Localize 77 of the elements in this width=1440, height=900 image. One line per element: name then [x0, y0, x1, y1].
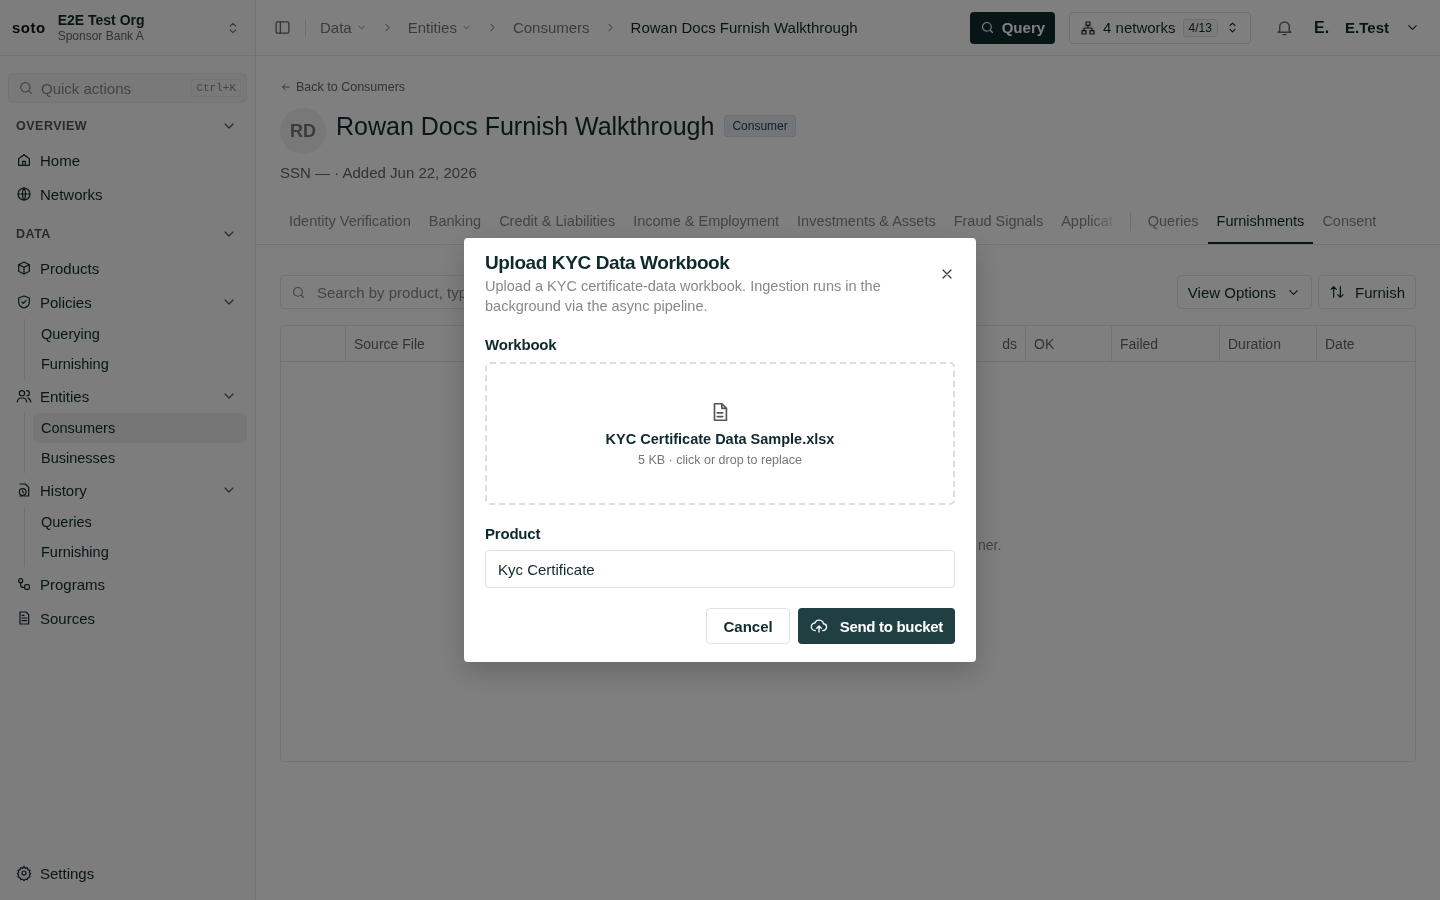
field-label: Product — [485, 525, 542, 542]
nav-item[interactable]: Entities — [8, 379, 247, 413]
search-icon — [18, 80, 34, 96]
tab[interactable]: Queries — [1138, 199, 1208, 244]
view-options-button[interactable]: View Options — [1176, 275, 1312, 309]
user-menu[interactable]: E. E.Test — [1313, 18, 1420, 37]
nav-item[interactable]: History — [8, 473, 247, 507]
nav-item[interactable]: Programs — [8, 567, 247, 601]
logo: soto — [12, 19, 46, 36]
nav-item[interactable]: Home — [8, 143, 247, 177]
tab[interactable]: Furnishments — [1207, 199, 1314, 244]
user-initial: E. — [1313, 18, 1330, 37]
furnish-button[interactable]: Furnish — [1317, 275, 1416, 309]
tab[interactable]: Applicat — [1052, 199, 1122, 244]
settings-icon — [16, 865, 32, 881]
back-link[interactable]: Back to Consumers — [280, 80, 1416, 94]
file-dropzone[interactable]: KYC Certificate Data Sample.xlsx 5 KB · click or drop to replace — [485, 362, 955, 505]
column-header: Failed — [1111, 326, 1219, 361]
nav-item[interactable]: Products — [8, 251, 247, 285]
org-name: E2E Test Org — [57, 11, 146, 28]
field-label: Workbook — [485, 336, 558, 353]
nav-icon — [16, 610, 32, 626]
type-badge: Consumer — [724, 115, 796, 137]
nav-subitem[interactable]: Businesses — [33, 443, 247, 473]
breadcrumb-link[interactable]: Consumers — [512, 19, 590, 36]
breadcrumb-link[interactable]: Entities — [407, 19, 472, 36]
empty-message: ner. — [978, 536, 1002, 553]
network-count: 4/13 — [1182, 18, 1218, 37]
nav-icon — [16, 388, 32, 404]
section-title: OVERVIEW — [16, 119, 88, 133]
nav-icon — [16, 186, 32, 202]
upload-cloud-icon — [809, 617, 828, 635]
query-button[interactable]: Query — [969, 11, 1056, 44]
product-field[interactable]: Kyc Certificate — [485, 550, 955, 588]
settings-item[interactable]: Settings — [8, 856, 247, 890]
user-name: E.Test — [1345, 19, 1389, 36]
networks-selector[interactable]: 4 networks 4/13 — [1069, 11, 1251, 44]
dialog-description: Upload a KYC certificate-data workbook. Ingestion runs in the background via the async pipeline. — [485, 277, 882, 316]
nav-item[interactable]: Policies — [8, 285, 247, 319]
tab[interactable]: Identity Verification — [280, 199, 420, 244]
arrow-left-icon — [280, 81, 292, 93]
column-header: Duration — [1219, 326, 1316, 361]
nav-item[interactable]: Sources — [8, 601, 247, 635]
nav-subitem[interactable]: Querying — [33, 319, 247, 349]
search-icon — [291, 285, 306, 300]
nav-item[interactable]: Networks — [8, 177, 247, 211]
page-title: Rowan Docs Furnish Walkthrough — [336, 111, 715, 141]
sort-icon — [1328, 284, 1345, 300]
nav-subitem[interactable]: Furnishing — [33, 349, 247, 379]
file-name: KYC Certificate Data Sample.xlsx — [605, 430, 835, 447]
nav-icon — [16, 576, 32, 592]
network-icon — [1080, 19, 1097, 36]
org-subtitle: Sponsor Bank A — [57, 28, 145, 44]
nav-icon — [16, 152, 32, 168]
cancel-button[interactable]: Cancel — [706, 608, 790, 644]
record-meta: SSN — · Added Jun 22, 2026 — [280, 164, 478, 181]
search-icon — [979, 20, 995, 35]
networks-label: 4 networks — [1103, 19, 1176, 36]
tab[interactable]: Banking — [419, 199, 491, 244]
send-button[interactable]: Send to bucket — [797, 608, 955, 644]
dialog-title: Upload KYC Data Workbook — [485, 252, 731, 274]
sidebar-toggle-icon[interactable] — [274, 19, 291, 36]
nav-subitem[interactable]: Furnishing — [33, 537, 247, 567]
breadcrumb-link[interactable]: Rowan Docs Furnish Walkthrough — [630, 19, 858, 36]
file-info: 5 KB · click or drop to replace — [638, 452, 802, 467]
nav-icon — [16, 482, 32, 498]
tab[interactable]: Fraud Signals — [944, 199, 1053, 244]
avatar: RD — [280, 108, 326, 154]
nav-icon — [16, 260, 32, 276]
breadcrumb-link[interactable]: Data — [320, 19, 367, 36]
section-title: DATA — [16, 227, 51, 241]
nav-icon — [16, 294, 32, 310]
column-header: Date — [1316, 326, 1415, 361]
nav-subitem[interactable]: Consumers — [33, 413, 247, 443]
column-header: OK — [1025, 326, 1111, 361]
nav-subitem[interactable]: Queries — [33, 507, 247, 537]
tab[interactable]: Consent — [1313, 199, 1386, 244]
